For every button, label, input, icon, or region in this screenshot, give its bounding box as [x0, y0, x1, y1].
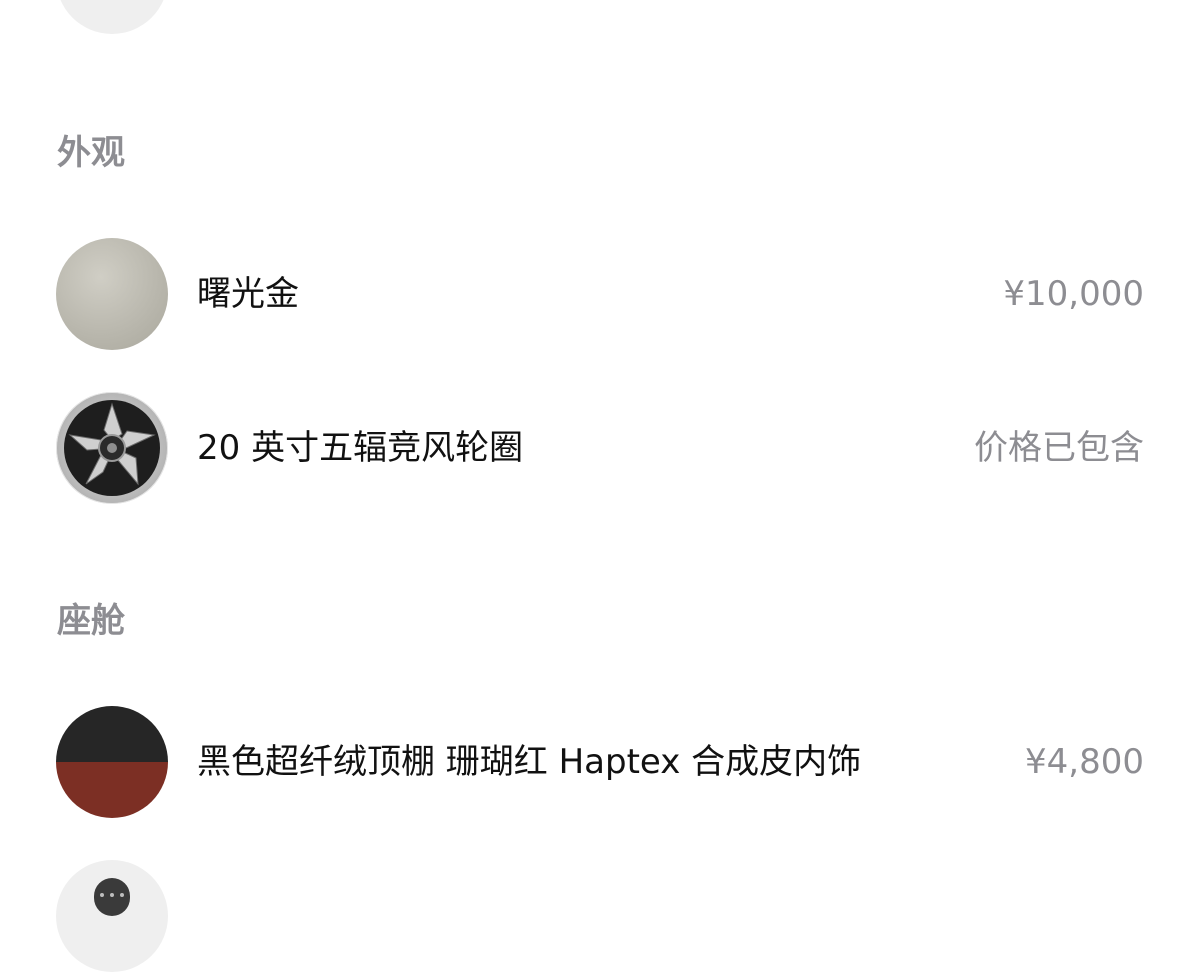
wheel-icon	[56, 392, 168, 504]
cabin-item-next	[56, 860, 1144, 972]
exterior-item-wheel[interactable]: 20 英寸五辐竞风轮圈 价格已包含	[56, 392, 1144, 504]
exterior-item-color[interactable]: 曙光金 ¥10,000	[56, 238, 1144, 350]
section-title-cabin: 座舱	[57, 601, 125, 641]
exterior-item-price: ¥10,000	[1003, 274, 1144, 314]
gold-color-swatch-icon	[56, 238, 168, 350]
cabin-item-label: 黑色超纤绒顶棚 珊瑚红 Haptex 合成皮内饰	[197, 742, 862, 782]
exterior-item-label: 20 英寸五辐竞风轮圈	[197, 428, 524, 468]
interior-swatch-icon	[56, 706, 168, 818]
cabin-item-price: ¥4,800	[1025, 742, 1144, 782]
next-item-icon	[56, 860, 168, 972]
cabin-item-interior[interactable]: 黑色超纤绒顶棚 珊瑚红 Haptex 合成皮内饰 ¥4,800	[56, 706, 1144, 818]
previous-item-icon	[56, 0, 168, 34]
exterior-item-label: 曙光金	[197, 274, 299, 314]
section-title-exterior: 外观	[57, 133, 125, 173]
exterior-item-price: 价格已包含	[974, 428, 1144, 468]
